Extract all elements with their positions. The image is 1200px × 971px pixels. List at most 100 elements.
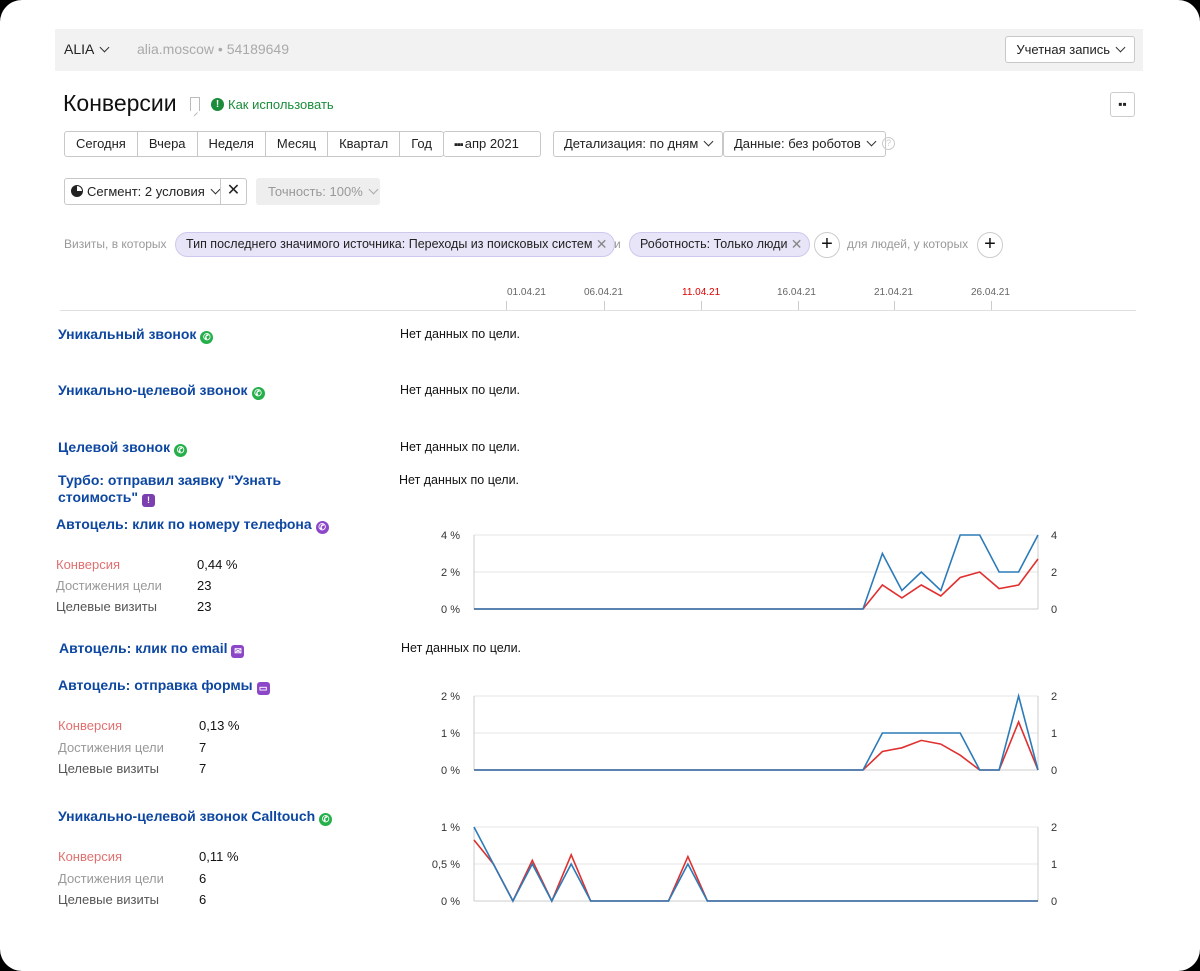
bookmark-icon[interactable] [190, 97, 200, 111]
accuracy-dropdown[interactable]: Точность: 100% [256, 178, 380, 205]
date-mark [991, 301, 992, 310]
goal-title[interactable]: Целевой звонок ✆ [58, 439, 188, 457]
goal-title[interactable]: Автоцель: клик по email ✉ [59, 640, 245, 658]
left-tick-label: 1 % [441, 728, 460, 740]
achievements-value: 6 [199, 871, 207, 886]
chevron-down-icon [210, 184, 221, 195]
achievements-value: 7 [199, 740, 207, 755]
detail-dropdown[interactable]: Детализация: по дням [553, 131, 724, 157]
goal-title-text: Уникально-целевой звонок Calltouch [58, 808, 316, 824]
chevron-down-icon [99, 42, 110, 53]
no-data-text: Нет данных по цели. [399, 473, 520, 487]
goal-title[interactable]: Уникальный звонок ✆ [58, 326, 214, 344]
filter-chip-robots[interactable]: Роботность: Только люди ✕ [629, 232, 811, 257]
series-line-conversion [474, 558, 1039, 610]
pie-chart-icon [71, 185, 83, 197]
goal-title[interactable]: Турбо: отправил заявку "Узнать стоимость"… [58, 472, 358, 507]
data-label: Данные: без роботов [734, 136, 861, 151]
account-menu-button[interactable]: Учетная запись [1005, 36, 1135, 63]
period-today[interactable]: Сегодня [64, 131, 138, 157]
chevron-down-icon [703, 136, 714, 147]
data-dropdown[interactable]: Данные: без роботов [723, 131, 886, 157]
howto-link[interactable]: Как использовать [228, 97, 334, 112]
left-tick-label: 2 % [441, 691, 460, 703]
goal-title[interactable]: Автоцель: клик по номеру телефона ✆ [56, 516, 329, 534]
add-filter-button[interactable]: + [814, 232, 840, 258]
filter-joiner: и [614, 237, 621, 251]
achievements-label: Достижения цели [58, 871, 164, 886]
no-data-text: Нет данных по цели. [400, 383, 521, 397]
conversion-chart-phone: 4 % 4 2 % 2 0 % 0 [441, 530, 1057, 616]
chevron-down-icon [866, 136, 877, 147]
goal-title[interactable]: Уникально-целевой звонок ✆ [58, 382, 265, 400]
account-name: ALIA [64, 41, 95, 57]
date-mark [798, 301, 799, 310]
page-title: Конверсии [63, 90, 177, 116]
goal-title-text: стоимость" [58, 489, 139, 505]
right-tick-label: 0 [1051, 604, 1057, 616]
detail-label: Детализация: по дням [564, 136, 699, 151]
filter-people: для людей, у которых [847, 237, 969, 251]
right-tick-label: 2 [1051, 567, 1057, 579]
series-line-conversion [474, 719, 1039, 771]
date-mark [506, 301, 507, 310]
right-tick-label: 0 [1051, 765, 1057, 777]
period-yesterday[interactable]: Вчера [136, 131, 198, 157]
date-mark [604, 301, 605, 310]
date-tick-highlight: 11.04.21 [682, 287, 721, 298]
right-tick-label: 2 [1051, 691, 1057, 703]
visits-label: Целевые визиты [58, 761, 160, 776]
date-mark [894, 301, 895, 310]
visits-label: Целевые визиты [58, 892, 160, 907]
segment-label: Сегмент: 2 условия [87, 184, 205, 199]
left-tick-label: 0 % [441, 896, 460, 908]
period-month[interactable]: Месяц [264, 131, 329, 157]
left-tick-label: 4 % [441, 530, 460, 542]
add-people-filter-button[interactable]: + [977, 232, 1003, 258]
goal-title-text: Уникально-целевой звонок [58, 382, 248, 398]
goal-title-text: Турбо: отправил заявку "Узнать [58, 472, 282, 488]
filter-chip-source[interactable]: Тип последнего значимого источника: Пере… [175, 232, 616, 257]
app-frame: ALIA alia.moscow • 54189649 Учетная запи… [0, 0, 1200, 971]
site-domain: alia.moscow [137, 41, 215, 57]
close-icon[interactable]: ✕ [596, 233, 608, 256]
segment-clear-button[interactable]: ✕ [220, 178, 247, 205]
close-icon[interactable]: ✕ [791, 233, 803, 256]
goal-title-text: Автоцель: отправка формы [58, 677, 253, 693]
chevron-down-icon [368, 184, 379, 195]
phone-icon: ✆ [174, 444, 188, 457]
no-data-text: Нет данных по цели. [400, 327, 521, 341]
left-tick-label: 1 % [441, 822, 460, 834]
series-line-conversion [473, 839, 1038, 903]
conversion-label: Конверсия [58, 718, 123, 733]
email-icon: ✉ [231, 645, 245, 658]
goal-title[interactable]: Автоцель: отправка формы ▭ [58, 677, 270, 695]
phone-icon: ✆ [315, 521, 329, 534]
date-tick: 01.04.21 [507, 287, 546, 298]
left-tick-label: 2 % [441, 567, 460, 579]
date-range-label: апр 2021 [464, 136, 519, 151]
account-switcher[interactable]: ALIA [64, 41, 110, 57]
period-week[interactable]: Неделя [196, 131, 266, 157]
phone-icon: ✆ [319, 813, 333, 826]
phone-icon: ✆ [200, 331, 214, 344]
goal-title-text: Автоцель: клик по номеру телефона [56, 516, 312, 532]
accuracy-label: Точность: 100% [268, 184, 363, 199]
conversion-chart-calltouch: 1 % 2 0,5 % 1 0 % 0 [432, 822, 1057, 908]
left-tick-label: 0,5 % [432, 859, 460, 871]
goal-title-text: Целевой звонок [58, 439, 171, 455]
date-tick: 26.04.21 [971, 287, 1010, 298]
date-range-button[interactable]: ▪▪▪ апр 2021 [443, 131, 541, 157]
goal-title[interactable]: Уникально-целевой звонок Calltouch ✆ [58, 808, 333, 826]
segment-dropdown[interactable]: Сегмент: 2 условия [64, 178, 221, 205]
no-data-text: Нет данных по цели. [400, 440, 521, 454]
no-data-text: Нет данных по цели. [401, 641, 522, 655]
conversion-label: Конверсия [56, 557, 121, 572]
period-year[interactable]: Год [399, 131, 444, 157]
period-quarter[interactable]: Квартал [327, 131, 401, 157]
help-icon[interactable]: ? [882, 137, 895, 150]
separator: • [217, 41, 223, 57]
settings-icon[interactable]: ▪▪ [1110, 92, 1135, 117]
conversion-label: Конверсия [58, 849, 123, 864]
conversion-value: 0,13 % [199, 718, 240, 733]
